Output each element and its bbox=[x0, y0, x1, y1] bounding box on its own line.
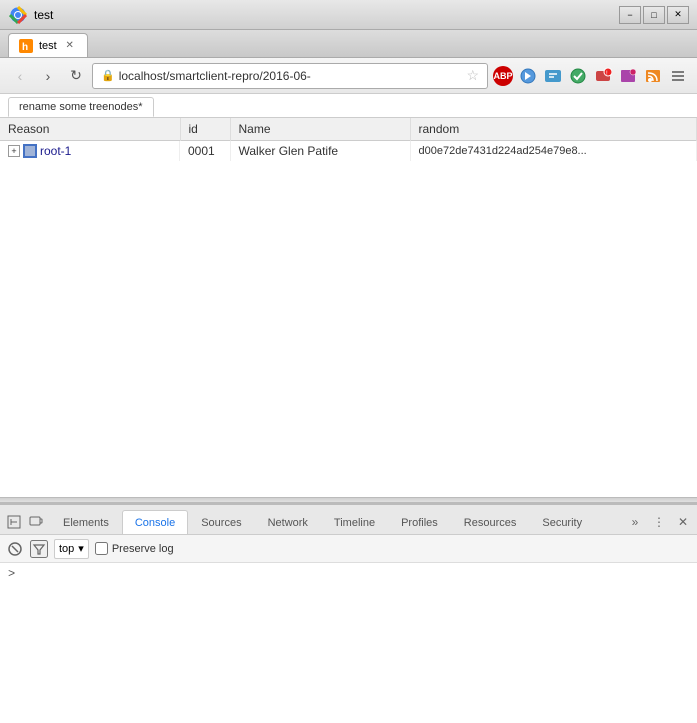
page-tab-label: rename some treenodes* bbox=[19, 101, 143, 113]
refresh-icon: ↻ bbox=[70, 67, 82, 84]
console-context-select[interactable]: top ▾ bbox=[54, 539, 89, 559]
tree-node-label: root-1 bbox=[40, 144, 71, 158]
svg-text:h: h bbox=[22, 42, 28, 53]
devtools-more-tabs-button[interactable]: » bbox=[625, 512, 645, 532]
context-dropdown-icon: ▾ bbox=[78, 542, 84, 555]
window-controls: − □ ✕ bbox=[619, 6, 689, 24]
column-header-random: random bbox=[410, 118, 697, 141]
cell-name: Walker Glen Patife bbox=[230, 141, 410, 162]
tab-sources[interactable]: Sources bbox=[188, 510, 254, 534]
menu-icon[interactable] bbox=[667, 65, 689, 87]
devtools-inspect-icon[interactable] bbox=[4, 512, 24, 532]
preserve-log-checkbox[interactable] bbox=[95, 542, 108, 555]
forward-icon: › bbox=[46, 68, 51, 84]
column-header-reason: Reason bbox=[0, 118, 180, 141]
back-button[interactable]: ‹ bbox=[8, 64, 32, 88]
address-bar[interactable]: 🔒 ☆ bbox=[92, 63, 488, 89]
node-icon bbox=[23, 144, 37, 158]
extension-icon-1[interactable] bbox=[517, 65, 539, 87]
console-toolbar: top ▾ Preserve log bbox=[0, 535, 697, 563]
extension-icon-5[interactable] bbox=[617, 65, 639, 87]
tab-favicon: h bbox=[19, 39, 33, 53]
tab-network[interactable]: Network bbox=[255, 510, 321, 534]
forward-button[interactable]: › bbox=[36, 64, 60, 88]
console-filter-button[interactable] bbox=[30, 540, 48, 558]
context-value: top bbox=[59, 543, 74, 555]
tab-resources[interactable]: Resources bbox=[451, 510, 530, 534]
tree-expand-button[interactable]: + bbox=[8, 145, 20, 157]
tab-profiles[interactable]: Profiles bbox=[388, 510, 451, 534]
console-prompt-arrow: > bbox=[8, 567, 15, 581]
tab-timeline[interactable]: Timeline bbox=[321, 510, 388, 534]
extension-icon-2[interactable] bbox=[542, 65, 564, 87]
lock-icon: 🔒 bbox=[101, 69, 115, 82]
devtools-tab-icons: » ⋮ ✕ bbox=[625, 512, 693, 534]
devtools-responsive-icon[interactable] bbox=[26, 512, 46, 532]
column-header-id: id bbox=[180, 118, 230, 141]
tab-bar: h test ✕ bbox=[0, 30, 697, 58]
nav-bar: ‹ › ↻ 🔒 ☆ ABP ! bbox=[0, 58, 697, 94]
refresh-button[interactable]: ↻ bbox=[64, 64, 88, 88]
title-bar-left: test bbox=[8, 5, 53, 25]
extension-icon-4[interactable]: ! bbox=[592, 65, 614, 87]
table-header-row: Reason id Name random bbox=[0, 118, 697, 141]
page-tab-strip: rename some treenodes* bbox=[0, 94, 697, 118]
back-icon: ‹ bbox=[18, 68, 23, 84]
tab-security[interactable]: Security bbox=[529, 510, 595, 534]
browser-tab[interactable]: h test ✕ bbox=[8, 33, 88, 57]
devtools-panel: Elements Console Sources Network Timelin… bbox=[0, 503, 697, 723]
tab-title: test bbox=[39, 40, 57, 52]
tab-close-button[interactable]: ✕ bbox=[63, 39, 77, 53]
adblock-icon[interactable]: ABP bbox=[492, 65, 514, 87]
browser-favicon bbox=[8, 5, 28, 25]
maximize-button[interactable]: □ bbox=[643, 6, 665, 24]
title-bar: test − □ ✕ bbox=[0, 0, 697, 30]
tab-elements[interactable]: Elements bbox=[50, 510, 122, 534]
cell-id: 0001 bbox=[180, 141, 230, 162]
window-title: test bbox=[34, 8, 53, 22]
console-input[interactable] bbox=[19, 568, 689, 580]
table-row[interactable]: + root-1 0001 Walker Glen Patife d00e72d… bbox=[0, 141, 697, 162]
abp-badge: ABP bbox=[493, 66, 513, 86]
tab-console[interactable]: Console bbox=[122, 510, 188, 534]
console-clear-button[interactable] bbox=[6, 540, 24, 558]
cell-random: d00e72de7431d224ad254e79e8... bbox=[410, 141, 697, 162]
column-header-name: Name bbox=[230, 118, 410, 141]
page-tab[interactable]: rename some treenodes* bbox=[8, 97, 154, 117]
tree-table: Reason id Name random + ro bbox=[0, 118, 697, 161]
console-prompt-line[interactable]: > bbox=[8, 567, 689, 581]
rss-icon[interactable] bbox=[642, 65, 664, 87]
url-input[interactable] bbox=[119, 69, 463, 83]
preserve-log-text: Preserve log bbox=[112, 543, 174, 555]
main-content: Reason id Name random + ro bbox=[0, 118, 697, 497]
devtools-settings-button[interactable]: ⋮ bbox=[649, 512, 669, 532]
nav-icons: ABP ! bbox=[492, 65, 689, 87]
console-body[interactable]: > bbox=[0, 563, 697, 723]
devtools-tab-bar: Elements Console Sources Network Timelin… bbox=[0, 505, 697, 535]
devtools-close-button[interactable]: ✕ bbox=[673, 512, 693, 532]
preserve-log-label: Preserve log bbox=[95, 542, 174, 555]
extension-icon-3[interactable] bbox=[567, 65, 589, 87]
minimize-button[interactable]: − bbox=[619, 6, 641, 24]
bookmark-star-icon[interactable]: ☆ bbox=[466, 67, 479, 84]
close-button[interactable]: ✕ bbox=[667, 6, 689, 24]
